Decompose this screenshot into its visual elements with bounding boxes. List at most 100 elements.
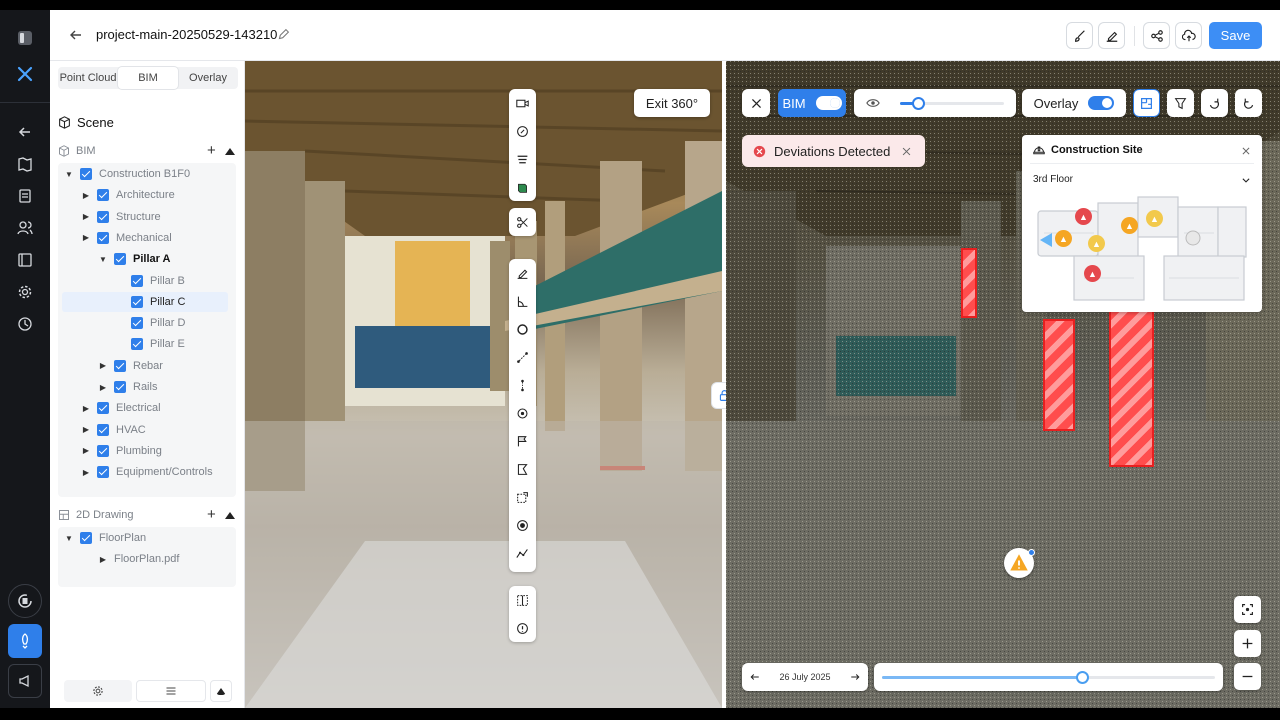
tree-row[interactable]: ▼ FloorPlan [64,528,146,548]
markup-pen-icon[interactable] [509,259,536,287]
users-icon[interactable] [9,212,41,244]
polygon-icon[interactable] [509,455,536,483]
caret-right-icon[interactable]: ▶ [81,446,91,455]
tree-row[interactable]: Pillar B [115,271,185,291]
exit-360-button[interactable]: Exit 360° [634,89,710,117]
floor-select[interactable]: 3rd Floor [1033,174,1073,185]
tab-bim[interactable]: BIM [118,67,178,89]
caret-right-icon[interactable]: ▶ [81,212,91,221]
caret-right-icon[interactable]: ▶ [81,468,91,477]
overlay-toggle[interactable]: Overlay [1022,89,1126,117]
layer-checkbox[interactable] [131,295,143,308]
caution-marker[interactable]: ▲ [1146,210,1163,227]
box-3d-icon[interactable] [509,173,536,201]
progress-ring-icon[interactable] [8,584,42,618]
tree-row[interactable]: ▶ Structure [81,207,161,227]
tree-row[interactable]: ▶ Plumbing [81,441,162,461]
close-icon[interactable] [901,146,912,157]
add-bim-button[interactable]: + [207,142,216,159]
announcement-icon[interactable] [8,664,42,698]
layer-checkbox[interactable] [97,210,109,223]
compass-icon[interactable] [509,117,536,145]
info-icon[interactable] [509,614,536,642]
layer-checkbox[interactable] [97,423,109,436]
warning-marker[interactable] [1004,548,1035,578]
deviation-marker[interactable]: ▲ [1075,208,1092,225]
collapse-drawing-icon[interactable] [225,512,235,519]
layer-checkbox[interactable] [114,381,126,393]
tree-row[interactable]: Pillar C [62,291,228,312]
warning-marker[interactable]: ▲ [1055,230,1072,247]
caution-marker[interactable]: ▲ [1088,235,1105,252]
add-drawing-button[interactable]: + [207,506,216,523]
fit-view-button[interactable] [1234,596,1261,623]
deviation-marker[interactable]: ▲ [1084,265,1101,282]
share-button[interactable] [1143,22,1170,49]
rocket-icon[interactable] [8,624,42,658]
layer-checkbox[interactable] [114,253,126,266]
next-date-icon[interactable] [850,672,860,682]
height-measure-icon[interactable] [509,371,536,399]
eye-icon[interactable] [866,96,880,110]
back-arrow-icon[interactable] [9,116,41,148]
area-select-icon[interactable] [509,483,536,511]
settings-icon[interactable] [64,680,132,702]
layer-checkbox[interactable] [97,402,109,415]
edit-title-icon[interactable] [277,28,290,41]
filter-button[interactable] [1167,89,1194,117]
tab-point-cloud[interactable]: Point Cloud [58,67,118,89]
deviation-pillar[interactable] [1043,319,1075,431]
drawing-section-header[interactable]: 2D Drawing [58,509,133,521]
chevron-down-icon[interactable] [1241,175,1251,185]
tree-row[interactable]: ▶ Mechanical [81,228,172,248]
tree-row[interactable]: ▼ Construction B1F0 [64,164,190,184]
caret-right-icon[interactable]: ▶ [81,425,91,434]
caret-right-icon[interactable]: ▶ [98,361,108,370]
layer-checkbox[interactable] [97,466,109,479]
close-viewer-button[interactable] [742,89,770,117]
history-icon[interactable] [9,308,41,340]
layer-checkbox[interactable] [114,359,126,372]
map-icon[interactable] [9,148,41,180]
markup-button[interactable] [1098,22,1125,49]
deviation-pillar[interactable] [961,248,977,318]
bim-toggle[interactable]: BIM [778,89,846,117]
caret-right-icon[interactable]: ▶ [81,404,91,413]
floorplan-minimap[interactable] [1034,193,1250,303]
layer-checkbox[interactable] [131,274,143,287]
previous-date-icon[interactable] [750,672,760,682]
tree-row[interactable]: ▶ HVAC [81,420,146,440]
tree-row[interactable]: ▶ Electrical [81,398,161,418]
tree-row[interactable]: ▶ Architecture [81,185,175,205]
layer-checkbox[interactable] [97,189,109,202]
scissors-icon[interactable] [509,208,536,236]
rotate-left-button[interactable] [1201,89,1228,117]
book-icon[interactable] [9,244,41,276]
list-view-icon[interactable] [136,680,206,702]
tree-row[interactable]: ▶ FloorPlan.pdf [98,549,180,569]
layer-checkbox[interactable] [131,317,143,330]
tree-row[interactable]: ▶ Equipment/Controls [81,462,213,482]
back-icon[interactable] [68,27,84,43]
zoom-out-button[interactable] [1234,663,1261,690]
tree-row[interactable]: ▼ Pillar A [98,249,171,269]
document-icon[interactable] [9,180,41,212]
save-button[interactable]: Save [1209,22,1262,49]
overlay-switch[interactable] [1088,96,1115,110]
layer-checkbox[interactable] [80,532,92,544]
zoom-in-button[interactable] [1234,630,1261,657]
bim-switch[interactable] [815,96,842,110]
angle-icon[interactable] [509,287,536,315]
caret-right-icon[interactable]: ▶ [98,383,108,392]
deviation-pillar[interactable] [1109,307,1154,467]
upload-button[interactable] [1175,22,1202,49]
tree-row[interactable]: ▶ Rails [98,377,157,397]
layer-checkbox[interactable] [97,444,109,457]
tab-overlay[interactable]: Overlay [178,67,238,89]
circle-tool-icon[interactable] [509,315,536,343]
collapse-panel-icon[interactable] [210,680,232,702]
bim-section-header[interactable]: BIM [58,145,96,157]
caret-down-icon[interactable]: ▼ [98,255,108,264]
caret-right-icon[interactable]: ▶ [81,191,91,200]
panel-toggle-icon[interactable] [9,22,41,54]
